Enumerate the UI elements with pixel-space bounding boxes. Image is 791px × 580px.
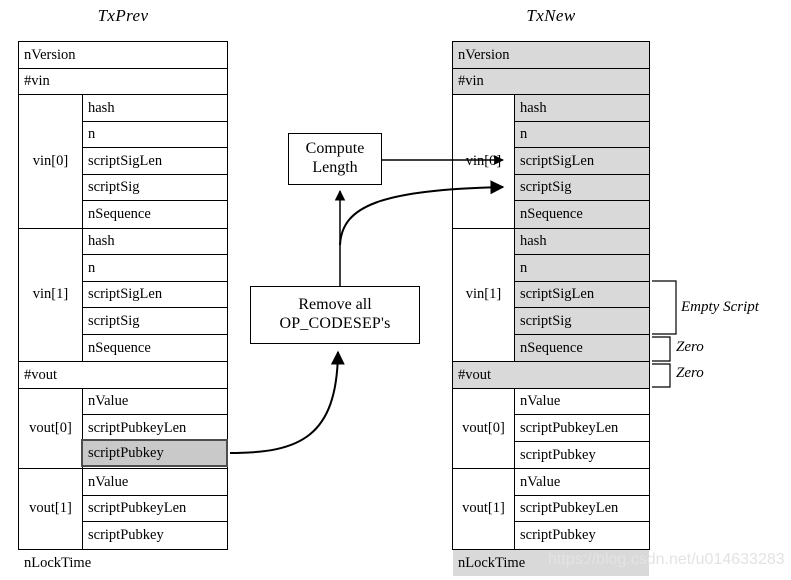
txprev-cell-nversion: nVersion: [24, 46, 76, 63]
txnew-label-vin0: vin[0]: [453, 95, 515, 228]
txnew-cell-voutcount: #vout: [458, 366, 492, 383]
txprev-vout0-nvalue: nValue: [83, 389, 227, 415]
txnew-group-vout0: vout[0] nValue scriptPubkeyLen scriptPub…: [453, 388, 649, 469]
txprev-vin0-n: n: [83, 122, 227, 148]
txnew-vin1-scriptsiglen: scriptSigLen: [515, 281, 649, 308]
txprev-group-vin0: vin[0] hash n scriptSigLen scriptSig nSe…: [19, 95, 227, 229]
txprev-group-vout1: vout[1] nValue scriptPubkeyLen scriptPub…: [19, 469, 227, 550]
txprev-row-nlocktime: nLockTime: [19, 550, 227, 577]
txnew-vin0-n: n: [515, 121, 649, 148]
txprev-fields-vout1: nValue scriptPubkeyLen scriptPubkey: [83, 469, 227, 549]
txnew-title: TxNew: [526, 6, 576, 25]
txprev-label-vin0: vin[0]: [19, 95, 83, 228]
txprev-vin0-nsequence: nSequence: [88, 206, 151, 222]
txnew-vout1-nvalue: nValue: [515, 469, 649, 496]
txnew-label-vout0: vout[0]: [453, 388, 515, 468]
txnew-cell-nversion: nVersion: [458, 46, 510, 63]
txprev-cell-nlocktime: nLockTime: [24, 554, 92, 571]
txnew-vout0-scriptpubkeylen: scriptPubkeyLen: [515, 415, 649, 442]
txprev-table: nVersion #vin vin[0] hash n scriptSigLen…: [18, 41, 228, 570]
txnew-row-voutcount: #vout: [453, 362, 649, 389]
txnew-vin1-n: n: [515, 255, 649, 282]
txnew-fields-vout1: nValue scriptPubkeyLen scriptPubkey: [515, 469, 649, 549]
txnew-label-vin1: vin[1]: [453, 228, 515, 361]
txnew-group-vin1: vin[1] hash n scriptSigLen scriptSig nSe…: [453, 228, 649, 362]
txprev-title: TxPrev: [97, 6, 149, 25]
txprev-cell-voutcount: #vout: [24, 366, 58, 383]
annotation-empty-script: Empty Script: [681, 299, 759, 315]
txnew-fields-vin0: hash n scriptSigLen scriptSig nSequence: [515, 95, 649, 228]
txnew-fields-vin1: hash n scriptSigLen scriptSig nSequence: [515, 228, 649, 361]
txprev-fields-vin1: hash n scriptSigLen scriptSig nSequence: [83, 229, 227, 362]
txnew-cell-vincount: #vin: [458, 73, 484, 89]
txprev-vin1-n: n: [83, 255, 227, 282]
txnew-group-vin0: vin[0] hash n scriptSigLen scriptSig nSe…: [453, 95, 649, 229]
txnew-vout1-scriptpubkey: scriptPubkey: [520, 527, 596, 543]
brace-empty-script: [652, 280, 677, 335]
annotation-zero-vout: Zero: [676, 365, 704, 381]
txnew-group-vout1: vout[1] nValue scriptPubkeyLen scriptPub…: [453, 469, 649, 550]
txnew-row-vincount: #vin: [453, 68, 649, 95]
txprev-label-vout0: vout[0]: [19, 388, 83, 468]
txprev-group-vin1: vin[1] hash n scriptSigLen scriptSig nSe…: [19, 228, 227, 362]
txprev-row-nversion: nVersion: [19, 42, 227, 69]
txnew-row-nversion: nVersion: [453, 42, 649, 69]
diagram-canvas: TxPrev TxNew nVersion #vin vin[0] hash n…: [0, 0, 791, 580]
txprev-vin1-scriptsiglen: scriptSigLen: [83, 282, 227, 308]
txprev-row-vincount: #vin: [19, 69, 227, 95]
txprev-row-voutcount: #vout: [19, 362, 227, 389]
txnew-vin0-hash: hash: [515, 95, 649, 122]
txnew-vin1-nsequence: nSequence: [515, 334, 649, 361]
txnew-vin1-hash: hash: [515, 228, 649, 255]
arrow-scriptpubkey-to-codesep: [229, 350, 345, 454]
txprev-vin1-scriptsig: scriptSig: [83, 308, 227, 335]
txprev-vout1-nvalue: nValue: [83, 469, 227, 496]
txprev-highlighted-scriptpubkey[interactable]: scriptPubkey: [81, 439, 228, 467]
txnew-vin0-scriptsig: scriptSig: [515, 174, 649, 201]
txnew-fields-vout0: nValue scriptPubkeyLen scriptPubkey: [515, 389, 649, 469]
txprev-vout0-scriptpubkeylen: scriptPubkeyLen: [83, 415, 227, 442]
compute-length-box[interactable]: Compute Length: [288, 133, 382, 185]
compute-length-line2: Length: [312, 159, 358, 176]
brace-zero-nsequence: [652, 336, 671, 362]
brace-zero-vout: [652, 363, 671, 388]
remove-codesep-box[interactable]: Remove all OP_CODESEP's: [250, 286, 420, 344]
txprev-label-vin1: vin[1]: [19, 228, 83, 361]
txnew-vin0-nsequence: nSequence: [515, 201, 649, 228]
txprev-vin1-hash: hash: [83, 229, 227, 255]
txprev-fields-vin0: hash n scriptSigLen scriptSig nSequence: [83, 95, 227, 228]
remove-codesep-line2: OP_CODESEP's: [279, 315, 391, 332]
txnew-vout1-scriptpubkeylen: scriptPubkeyLen: [515, 496, 649, 522]
txprev-vout1-scriptpubkey: scriptPubkey: [88, 527, 164, 543]
txnew-vin0-scriptsiglen: scriptSigLen: [515, 148, 649, 175]
annotation-zero-nsequence: Zero: [676, 339, 704, 355]
txnew-vout0-nvalue: nValue: [515, 389, 649, 415]
txprev-vin0-scriptsiglen: scriptSigLen: [83, 148, 227, 175]
txprev-vin1-nsequence: nSequence: [88, 339, 151, 356]
txprev-vin0-scriptsig: scriptSig: [83, 175, 227, 201]
txprev-vin0-hash: hash: [83, 95, 227, 122]
txprev-cell-vincount: #vin: [24, 73, 50, 89]
txnew-label-vout1: vout[1]: [453, 469, 515, 549]
remove-codesep-line1: Remove all: [298, 296, 372, 314]
txprev-label-vout1: vout[1]: [19, 469, 83, 549]
txnew-vin1-scriptsig: scriptSig: [515, 308, 649, 335]
txnew-vout0-scriptpubkey: scriptPubkey: [520, 446, 596, 463]
watermark-text: https://blog.csdn.net/u014633283: [548, 551, 785, 568]
txprev-vout1-scriptpubkeylen: scriptPubkeyLen: [83, 496, 227, 522]
txnew-table: nVersion #vin vin[0] hash n scriptSigLen…: [452, 41, 650, 576]
compute-length-line1: Compute: [305, 140, 365, 158]
